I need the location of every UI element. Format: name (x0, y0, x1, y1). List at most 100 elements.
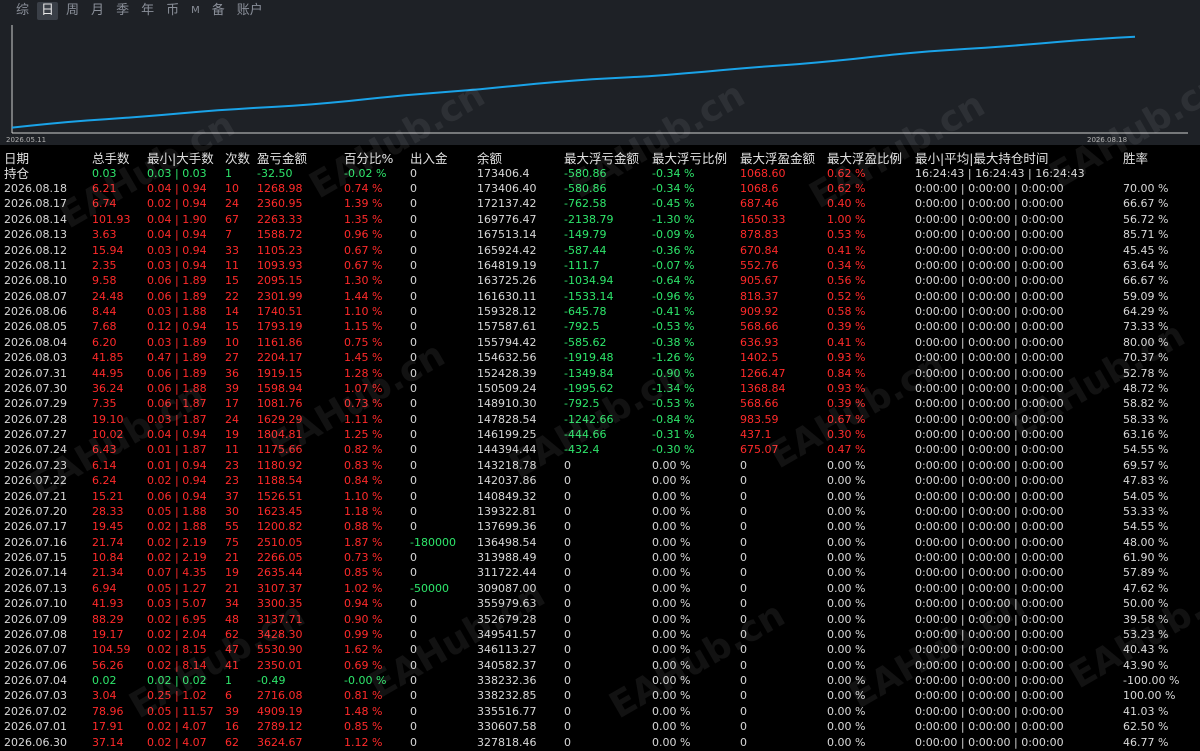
cell-pnl: 1740.51 (257, 305, 303, 318)
cell-lots: 7.68 (92, 320, 117, 334)
cell-pnl: 1200.82 (257, 520, 303, 534)
cell-fpp: 0.00 % (827, 674, 866, 687)
cell-d: 2026.08.07 (4, 289, 67, 303)
cell-w: 50.00 % (1123, 597, 1169, 611)
cell-pct: 0.83 % (344, 458, 383, 472)
cell-fp: 0 (740, 566, 747, 580)
cell-c: 27 (225, 351, 239, 365)
cell-pnl: -0.49 (257, 674, 286, 687)
hold-balance: 173406.4 (477, 167, 530, 180)
cell-fpp: 0.00 % (827, 566, 866, 580)
cell-fl: 0 (564, 504, 571, 518)
cell-t: 0:00:00 | 0:00:00 | 0:00:00 (915, 443, 1064, 457)
cell-bal: 173406.40 (477, 182, 537, 195)
cell-pnl: 3624.67 (257, 735, 303, 749)
cell-mm: 0.04 | 0.94 (147, 182, 207, 195)
tab-6[interactable]: 币 (162, 2, 183, 20)
cell-t: 0:00:00 | 0:00:00 | 0:00:00 (915, 489, 1064, 503)
tab-3[interactable]: 月 (87, 2, 108, 20)
cell-flp: -0.31 % (652, 428, 695, 441)
cell-fpp: 0.00 % (827, 735, 866, 749)
cell-fp: 909.92 (740, 305, 779, 318)
cell-pct: 1.39 % (344, 197, 383, 211)
cell-c: 21 (225, 581, 239, 595)
cell-d: 2026.07.22 (4, 474, 67, 488)
cell-fp: 878.83 (740, 228, 779, 242)
cell-t: 0:00:00 | 0:00:00 | 0:00:00 (915, 627, 1064, 641)
col-percent: 百分比% (344, 151, 394, 166)
table-row: 2026.08.17 6.74 0.02 | 0.94 24 2360.95 1.39 %… (0, 196, 1200, 211)
cell-w: 57.89 % (1123, 566, 1169, 580)
cell-flp: 0.00 % (652, 597, 691, 611)
cell-mm: 0.03 | 1.89 (147, 335, 207, 349)
cell-pct: 1.02 % (344, 581, 383, 595)
table-row: 2026.07.21 15.21 0.06 | 0.94 37 1526.51 1.10 … (0, 489, 1200, 504)
cell-pnl: 1268.98 (257, 182, 303, 195)
cell-fl: -149.79 (564, 228, 607, 242)
cell-lots: 6.94 (92, 581, 117, 595)
cell-bal: 143218.78 (477, 458, 537, 472)
cell-pct: 0.67 % (344, 243, 383, 257)
cell-fp: 675.07 (740, 443, 779, 457)
cell-fp: 0 (740, 474, 747, 488)
cell-fp: 0 (740, 520, 747, 534)
cell-io: 0 (410, 474, 417, 488)
tab-7[interactable]: M (187, 2, 204, 20)
tab-5[interactable]: 年 (137, 2, 158, 20)
tab-4[interactable]: 季 (112, 2, 133, 20)
cell-c: 47 (225, 643, 239, 657)
cell-fpp: 0.67 % (827, 412, 866, 426)
tab-2[interactable]: 周 (62, 2, 83, 20)
cell-lots: 19.45 (92, 520, 124, 534)
cell-lots: 21.34 (92, 566, 124, 580)
cell-d: 2026.07.01 (4, 720, 67, 734)
cell-fpp: 0.30 % (827, 428, 866, 441)
cell-mm: 0.03 | 5.07 (147, 597, 207, 611)
cell-pnl: 2510.05 (257, 535, 303, 549)
cell-c: 75 (225, 535, 239, 549)
cell-w: 46.77 % (1123, 735, 1169, 749)
cell-d: 2026.08.18 (4, 182, 67, 195)
table-row: 2026.08.07 24.48 0.06 | 1.89 22 2301.99 1.44 … (0, 289, 1200, 304)
table-row: 2026.07.08 19.17 0.02 | 2.04 62 3428.30 0.99 … (0, 627, 1200, 642)
cell-fpp: 0.00 % (827, 474, 866, 488)
tab-1[interactable]: 日 (37, 2, 59, 20)
cell-fl: -580.86 (564, 182, 607, 195)
cell-fl: -1533.14 (564, 289, 614, 303)
col-count: 次数 (225, 151, 251, 166)
cell-fpp: 0.41 % (827, 335, 866, 349)
cell-d: 2026.07.21 (4, 489, 67, 503)
tab-8[interactable]: 备 (208, 2, 229, 20)
cell-t: 0:00:00 | 0:00:00 | 0:00:00 (915, 520, 1064, 534)
table-row: 2026.07.20 28.33 0.05 | 1.88 30 1623.45 1.18 … (0, 504, 1200, 519)
cell-bal: 154632.56 (477, 351, 537, 365)
cell-io: 0 (410, 443, 417, 457)
cell-pct: -0.00 % (344, 674, 387, 687)
cell-flp: 0.00 % (652, 735, 691, 749)
cell-d: 2026.07.24 (4, 443, 67, 457)
cell-w: 54.55 % (1123, 443, 1169, 457)
cell-flp: 0.00 % (652, 458, 691, 472)
cell-d: 2026.08.03 (4, 351, 67, 365)
cell-pnl: 1598.94 (257, 381, 303, 395)
cell-mm: 0.02 | 4.07 (147, 735, 207, 749)
cell-fpp: 0.00 % (827, 489, 866, 503)
cell-bal: 165924.42 (477, 243, 537, 257)
cell-fl: 0 (564, 520, 571, 534)
tab-0[interactable]: 综 (12, 2, 33, 20)
cell-flp: 0.00 % (652, 566, 691, 580)
cell-io: 0 (410, 674, 417, 687)
cell-fp: 552.76 (740, 258, 779, 272)
cell-fl: 0 (564, 643, 571, 657)
cell-fpp: 0.00 % (827, 704, 866, 718)
cell-pnl: 1804.81 (257, 428, 303, 441)
tab-9[interactable]: 账户 (233, 2, 267, 20)
cell-t: 0:00:00 | 0:00:00 | 0:00:00 (915, 474, 1064, 488)
cell-t: 0:00:00 | 0:00:00 | 0:00:00 (915, 182, 1064, 195)
cell-io: 0 (410, 658, 417, 672)
cell-lots: 19.10 (92, 412, 124, 426)
cell-lots: 3.04 (92, 689, 117, 703)
table-row: 2026.07.29 7.35 0.06 | 1.87 17 1081.76 0.73 %… (0, 396, 1200, 411)
cell-mm: 0.02 | 8.15 (147, 643, 207, 657)
cell-t: 0:00:00 | 0:00:00 | 0:00:00 (915, 197, 1064, 211)
